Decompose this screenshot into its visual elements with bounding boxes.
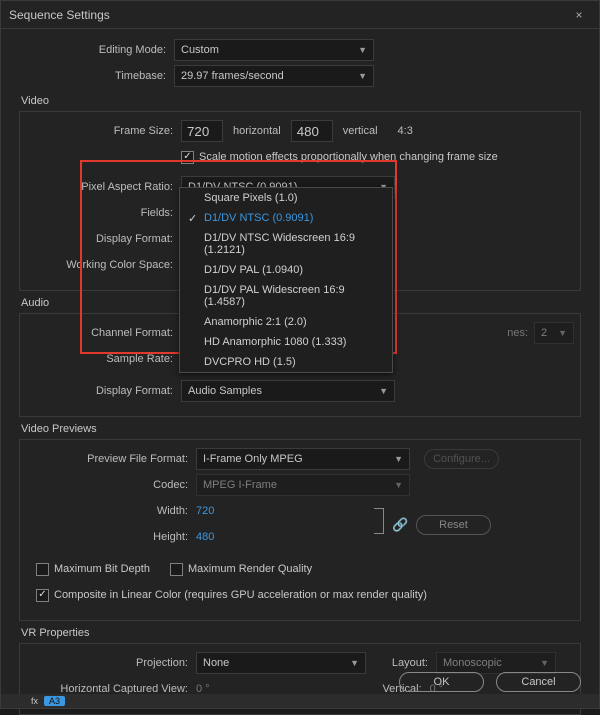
max-render-quality-checkbox[interactable]: Maximum Render Quality [170,563,312,576]
par-dropdown-menu[interactable]: Square Pixels (1.0) D1/DV NTSC (0.9091) … [179,187,393,373]
label-sample-rate: Sample Rate: [26,353,181,365]
video-section-title: Video [21,95,581,107]
vr-section-title: VR Properties [21,627,581,639]
label-height: Height: [26,531,196,543]
timebase-select[interactable]: 29.97 frames/second▼ [174,65,374,87]
max-bit-depth-checkbox[interactable]: Maximum Bit Depth [36,563,150,576]
editing-mode-select[interactable]: Custom▼ [174,39,374,61]
label-working-color: Working Color Space: [26,259,181,271]
label-editing-mode: Editing Mode: [19,44,174,56]
checkbox-icon [36,589,49,602]
par-option[interactable]: D1/DV NTSC Widescreen 16:9 (1.2121) [180,228,392,260]
timeline-strip: fx A3 [1,694,599,708]
label-horizontal: horizontal [223,125,291,137]
label-timebase: Timebase: [19,70,174,82]
track-tag[interactable]: A3 [44,696,65,706]
label-par: Pixel Aspect Ratio: [26,181,181,193]
frame-width-input[interactable] [181,120,223,142]
par-option[interactable]: Anamorphic 2:1 (2.0) [180,312,392,332]
sequence-settings-dialog: Sequence Settings × Editing Mode: Custom… [0,0,600,709]
label-layout: Layout: [366,657,436,669]
chevron-down-icon: ▼ [358,71,367,81]
par-option[interactable]: DVCPRO HD (1.5) [180,352,392,372]
height-value[interactable]: 480 [196,531,214,543]
codec-select: MPEG I-Frame▼ [196,474,410,496]
label-frame-size: Frame Size: [26,125,181,137]
titlebar: Sequence Settings × [1,1,599,29]
label-codec: Codec: [26,479,196,491]
par-option[interactable]: D1/DV NTSC (0.9091) [180,208,392,228]
chevron-down-icon: ▼ [350,658,359,668]
channels-select: 2▼ [534,322,574,344]
checkbox-icon [36,563,49,576]
dialog-title: Sequence Settings [9,8,110,22]
label-display-format-a: Display Format: [26,385,181,397]
link-icon[interactable]: 🔗 [392,517,408,533]
frame-height-input[interactable] [291,120,333,142]
cancel-button[interactable]: Cancel [496,672,581,692]
width-value[interactable]: 720 [196,505,214,517]
preview-format-select[interactable]: I-Frame Only MPEG▼ [196,448,410,470]
previews-fieldset: Preview File Format: I-Frame Only MPEG▼ … [19,439,581,621]
aspect-ratio-text: 4:3 [388,125,423,137]
label-vertical: vertical [333,125,388,137]
previews-section-title: Video Previews [21,423,581,435]
audio-display-format-select[interactable]: Audio Samples▼ [181,380,395,402]
link-bracket-icon [374,508,384,534]
chevron-down-icon: ▼ [379,386,388,396]
layout-select: Monoscopic▼ [436,652,556,674]
label-width: Width: [26,505,196,517]
configure-button: Configure... [424,449,499,469]
label-channels: nes: [507,327,528,339]
scale-motion-checkbox[interactable]: Scale motion effects proportionally when… [181,151,498,164]
chevron-down-icon: ▼ [358,45,367,55]
chevron-down-icon: ▼ [394,454,403,464]
reset-button[interactable]: Reset [416,515,491,535]
checkbox-icon [181,151,194,164]
label-display-format-v: Display Format: [26,233,181,245]
label-fields: Fields: [26,207,181,219]
ok-button[interactable]: OK [399,672,484,692]
projection-select[interactable]: None▼ [196,652,366,674]
par-option[interactable]: D1/DV PAL (1.0940) [180,260,392,280]
composite-linear-checkbox[interactable]: Composite in Linear Color (requires GPU … [36,589,427,602]
par-option[interactable]: Square Pixels (1.0) [180,188,392,208]
close-icon[interactable]: × [567,8,591,22]
label-projection: Projection: [26,657,196,669]
label-preview-format: Preview File Format: [26,453,196,465]
checkbox-icon [170,563,183,576]
par-option[interactable]: D1/DV PAL Widescreen 16:9 (1.4587) [180,280,392,312]
label-channel-format: Channel Format: [26,327,181,339]
par-option[interactable]: HD Anamorphic 1080 (1.333) [180,332,392,352]
